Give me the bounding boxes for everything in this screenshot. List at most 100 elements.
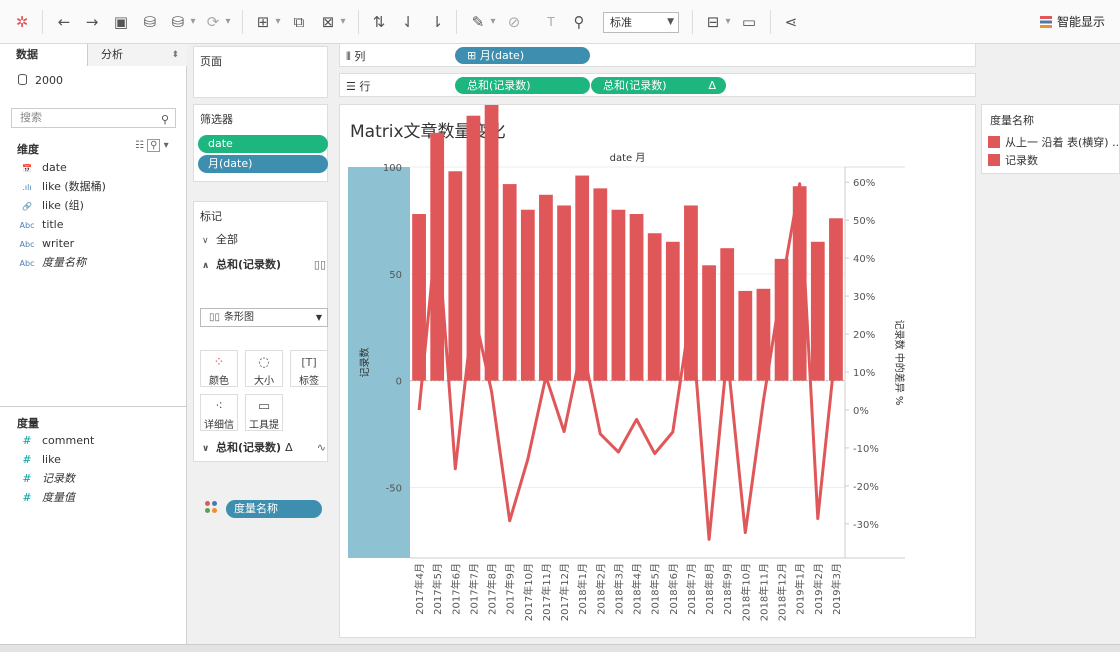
search-input[interactable]: 搜索 ⚲	[11, 108, 176, 128]
bar	[502, 184, 517, 381]
marks-delta-label: 总和(记录数)	[216, 441, 282, 454]
rows-pill-sum-records-2[interactable]: 总和(记录数) Δ	[591, 77, 726, 94]
bar	[629, 214, 644, 381]
measure-field-item[interactable]: # 记录数	[18, 470, 75, 488]
tab-data[interactable]: 数据	[0, 44, 88, 66]
measure-field-item[interactable]: # like	[18, 451, 60, 469]
chevron-down-icon[interactable]: ▾	[339, 12, 347, 32]
rows-pill-sum-records-1[interactable]: 总和(记录数)	[455, 77, 590, 94]
filter-pill-date[interactable]: date	[198, 135, 328, 153]
chart-svg: date 月 100 50 0 -50 60% 50% 40% 30% 20% 10% 0% -10% -…	[348, 105, 906, 621]
tooltip-button[interactable]: ▭工具提示	[245, 394, 283, 446]
y-tick-label: 0	[396, 377, 402, 388]
columns-shelf[interactable]: ⦀ 列 ⊞ 月(date)	[339, 43, 976, 67]
clear-sheet-icon[interactable]: ⊠	[318, 12, 338, 32]
refresh-icon[interactable]: ⟳	[203, 12, 223, 32]
x-category-label: 2017年12月	[558, 563, 571, 621]
tableau-logo-icon[interactable]: ✲	[12, 12, 32, 32]
chevron-down-icon[interactable]: ▾	[724, 12, 732, 32]
columns-pill-month-date[interactable]: ⊞ 月(date)	[455, 47, 590, 64]
bar-mark-icon: ▯▯	[313, 258, 326, 271]
date-icon: 📅	[22, 164, 32, 173]
group-icon[interactable]: ⊘	[504, 12, 524, 32]
swap-axes-icon[interactable]: ⇅	[369, 12, 389, 32]
chevron-down-icon[interactable]: ▾	[274, 12, 282, 32]
x-category-label: 2018年9月	[721, 563, 734, 615]
marks-delta-row[interactable]: ∨ 总和(记录数) Δ ∿	[202, 440, 326, 456]
show-labels-icon[interactable]: T	[541, 12, 561, 32]
measure-field-item[interactable]: # comment	[18, 432, 94, 450]
x-category-label: 2018年11月	[757, 563, 770, 621]
chevron-down-icon[interactable]: ▾	[489, 12, 497, 32]
undo-icon[interactable]: ←	[54, 12, 74, 32]
search-placeholder: 搜索	[20, 111, 42, 124]
detail-button[interactable]: ⁖详细信息	[200, 394, 238, 446]
measure-field-item[interactable]: # 度量值	[18, 489, 75, 507]
search-icon[interactable]: ⚲	[161, 111, 169, 129]
updown-icon: ⬍	[171, 50, 179, 60]
y-tick-label: -50	[386, 483, 402, 494]
bar	[810, 241, 825, 381]
datasource-item[interactable]: 2000	[18, 74, 63, 87]
size-button[interactable]: ◌ 大小	[245, 350, 283, 387]
mark-type-select[interactable]: ▯▯ 条形图 ▼	[200, 308, 328, 327]
legend-title: 度量名称	[990, 114, 1034, 127]
x-category-label: 2017年7月	[467, 563, 480, 615]
duplicate-sheet-icon[interactable]: ⧉	[289, 12, 309, 32]
show-cards-icon[interactable]: ⊟	[703, 12, 723, 32]
legend-item-records[interactable]: 记录数	[988, 152, 1038, 168]
x-category-label: 2018年12月	[776, 563, 789, 621]
dimension-field-item[interactable]: 🔗 like (组)	[18, 197, 84, 215]
label-button[interactable]: [T] 标签	[290, 350, 328, 387]
bar	[520, 209, 535, 381]
search-icon[interactable]: ⚲	[147, 139, 161, 152]
dimension-field-item[interactable]: 📅 date	[18, 159, 67, 177]
x-category-label: 2018年5月	[649, 563, 662, 615]
chevron-down-icon[interactable]: ▾	[224, 12, 232, 32]
chevron-down-icon[interactable]: ▾	[189, 12, 197, 32]
dimension-field-item[interactable]: Abc 度量名称	[18, 254, 86, 272]
plus-box-icon: ⊞	[467, 49, 477, 62]
marks-all-label: 全部	[216, 233, 238, 246]
show-me-button[interactable]: 智能显示	[1040, 13, 1105, 30]
highlight-icon[interactable]: ✎	[468, 12, 488, 32]
dimension-field-item[interactable]: Abc writer	[18, 235, 75, 253]
filters-card[interactable]: 筛选器 date 月(date)	[193, 104, 328, 182]
worksheet-view: Matrix文章数量变化 date 月 100 50 0 -50 60% 50% 40% 30%…	[339, 104, 976, 638]
redo-icon[interactable]: →	[82, 12, 102, 32]
view-size-select[interactable]: 标准 ▼	[603, 12, 679, 33]
legend-swatch	[988, 154, 1000, 166]
dimension-field-item[interactable]: .ılı like (数据桶)	[18, 178, 106, 196]
x-category-label: 2017年5月	[431, 563, 444, 615]
save-icon[interactable]: ▣	[111, 12, 131, 32]
chevron-down-icon[interactable]: ▾	[164, 140, 169, 151]
new-worksheet-icon[interactable]: ⊞	[253, 12, 273, 32]
columns-shelf-label: ⦀ 列	[346, 48, 365, 64]
dimension-field-item[interactable]: Abc title	[18, 216, 64, 234]
tab-analytics-label: 分析	[101, 48, 123, 61]
legend-item-difference[interactable]: 从上一 沿着 表(横穿) ..	[988, 134, 1119, 150]
chevron-down-icon: ∨	[202, 236, 209, 246]
datasource-icon	[18, 74, 27, 85]
pages-label: 页面	[200, 55, 222, 68]
pages-card[interactable]: 页面	[193, 46, 328, 98]
legend-label-difference: 从上一 沿着 表(横穿) ..	[1005, 136, 1120, 149]
sort-descending-icon[interactable]: ⇂	[427, 12, 447, 32]
marks-all-row[interactable]: ∨ 全部	[202, 232, 238, 248]
pause-updates-icon[interactable]: ⛁	[168, 12, 188, 32]
color-button[interactable]: ⁘ 颜色	[200, 350, 238, 387]
fix-axes-icon[interactable]: ⚲	[569, 12, 589, 32]
rows-shelf[interactable]: ☰ 行 总和(记录数) 总和(记录数) Δ	[339, 73, 976, 97]
marks-sum-row[interactable]: ∧ 总和(记录数) ▯▯	[202, 257, 326, 273]
color-field-pill[interactable]: 度量名称	[226, 500, 322, 518]
new-datasource-icon[interactable]: ⛁	[140, 12, 160, 32]
legend-swatch	[988, 136, 1000, 148]
presentation-mode-icon[interactable]: ▭	[739, 12, 759, 32]
x-category-label: 2018年7月	[685, 563, 698, 615]
sort-ascending-icon[interactable]: ⇃	[398, 12, 418, 32]
share-icon[interactable]: ⋖	[781, 12, 801, 32]
tab-analytics[interactable]: 分析 ⬍	[88, 44, 187, 66]
list-view-icon[interactable]: ☷	[135, 140, 144, 151]
bar	[448, 171, 463, 381]
filter-pill-month-date[interactable]: 月(date)	[198, 155, 328, 173]
